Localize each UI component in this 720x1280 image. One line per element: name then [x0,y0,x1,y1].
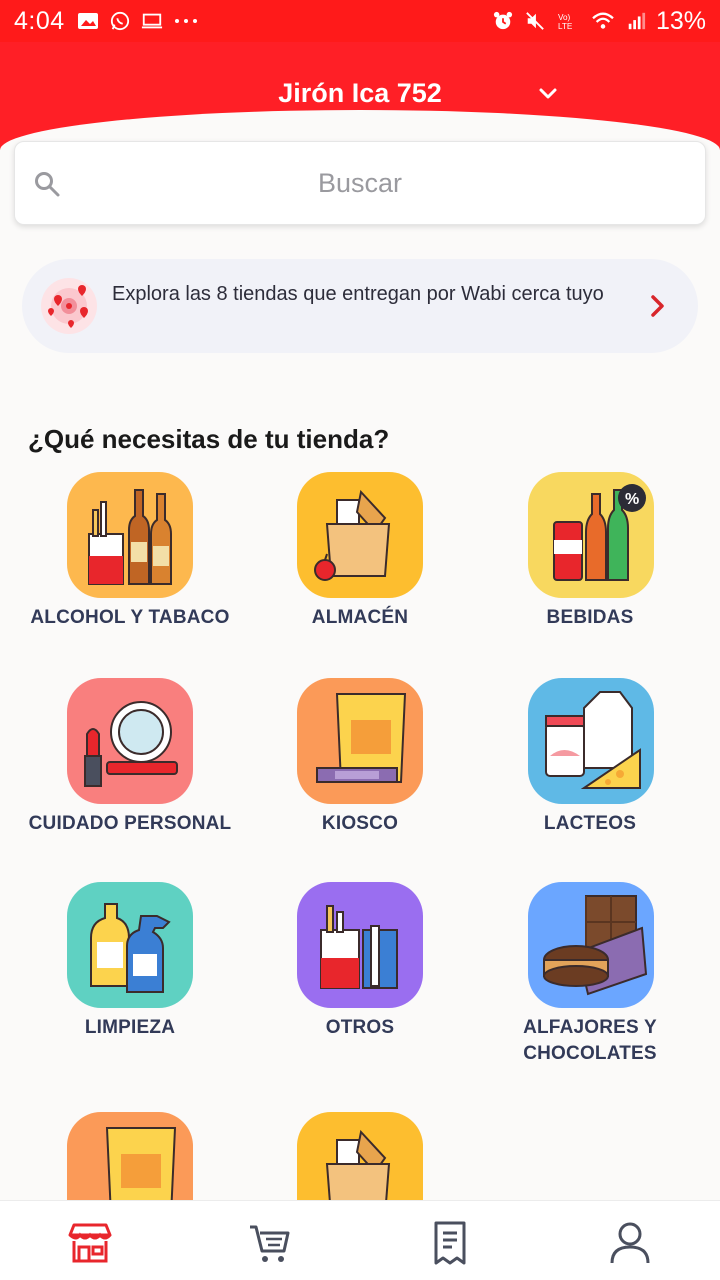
store-icon [68,1223,112,1263]
svg-text:%: % [625,491,639,508]
others-icon [297,882,423,1008]
category-label: OTROS [325,1017,395,1038]
category-partial-grocery[interactable] [240,1112,480,1202]
category-lacteos[interactable]: LACTEOS [470,678,710,838]
category-bebidas[interactable]: % BEBIDAS [470,472,710,632]
chocolate-icon [528,882,654,1008]
category-label: KIOSCO [321,813,399,834]
category-label: CUIDADO PERSONAL [28,813,232,834]
nav-cart[interactable] [246,1219,294,1267]
cleaning-icon [67,882,193,1008]
category-otros[interactable]: OTROS [240,882,480,1042]
category-limpieza[interactable]: LIMPIEZA [10,882,250,1042]
alcohol-tobacco-icon [67,472,193,598]
grocery-bag-icon [297,1112,423,1202]
grocery-bag-icon [297,472,423,598]
category-label: BEBIDAS [546,607,634,628]
category-label: ALCOHOL Y TABACO [30,607,230,628]
snack-icon [67,1112,193,1202]
nav-profile[interactable] [606,1219,654,1267]
category-kiosco[interactable]: KIOSCO [240,678,480,838]
orders-icon [434,1221,466,1265]
drinks-icon: % [528,472,654,598]
profile-icon [610,1222,650,1264]
nav-orders[interactable] [426,1219,474,1267]
category-alfajores-chocolates[interactable]: ALFAJORES Y CHOCOLATES [470,882,710,1072]
personal-care-icon [67,678,193,804]
category-cuidado-personal[interactable]: CUIDADO PERSONAL [10,678,250,838]
category-almacen[interactable]: ALMACÉN [240,472,480,632]
category-label: ALFAJORES Y CHOCOLATES [523,1017,657,1064]
category-grid: ALCOHOL Y TABACO ALMACÉN % BEBIDAS CUIDA… [0,0,720,1280]
dairy-icon [528,678,654,804]
category-label: LIMPIEZA [84,1017,176,1038]
snack-icon [297,678,423,804]
category-label: LACTEOS [543,813,637,834]
category-alcohol-tabaco[interactable]: ALCOHOL Y TABACO [10,472,250,632]
cart-icon [250,1225,290,1262]
nav-store[interactable] [66,1219,114,1267]
category-partial-snacks[interactable] [10,1112,250,1202]
bottom-navigation [0,1200,720,1280]
category-label: ALMACÉN [311,607,409,628]
